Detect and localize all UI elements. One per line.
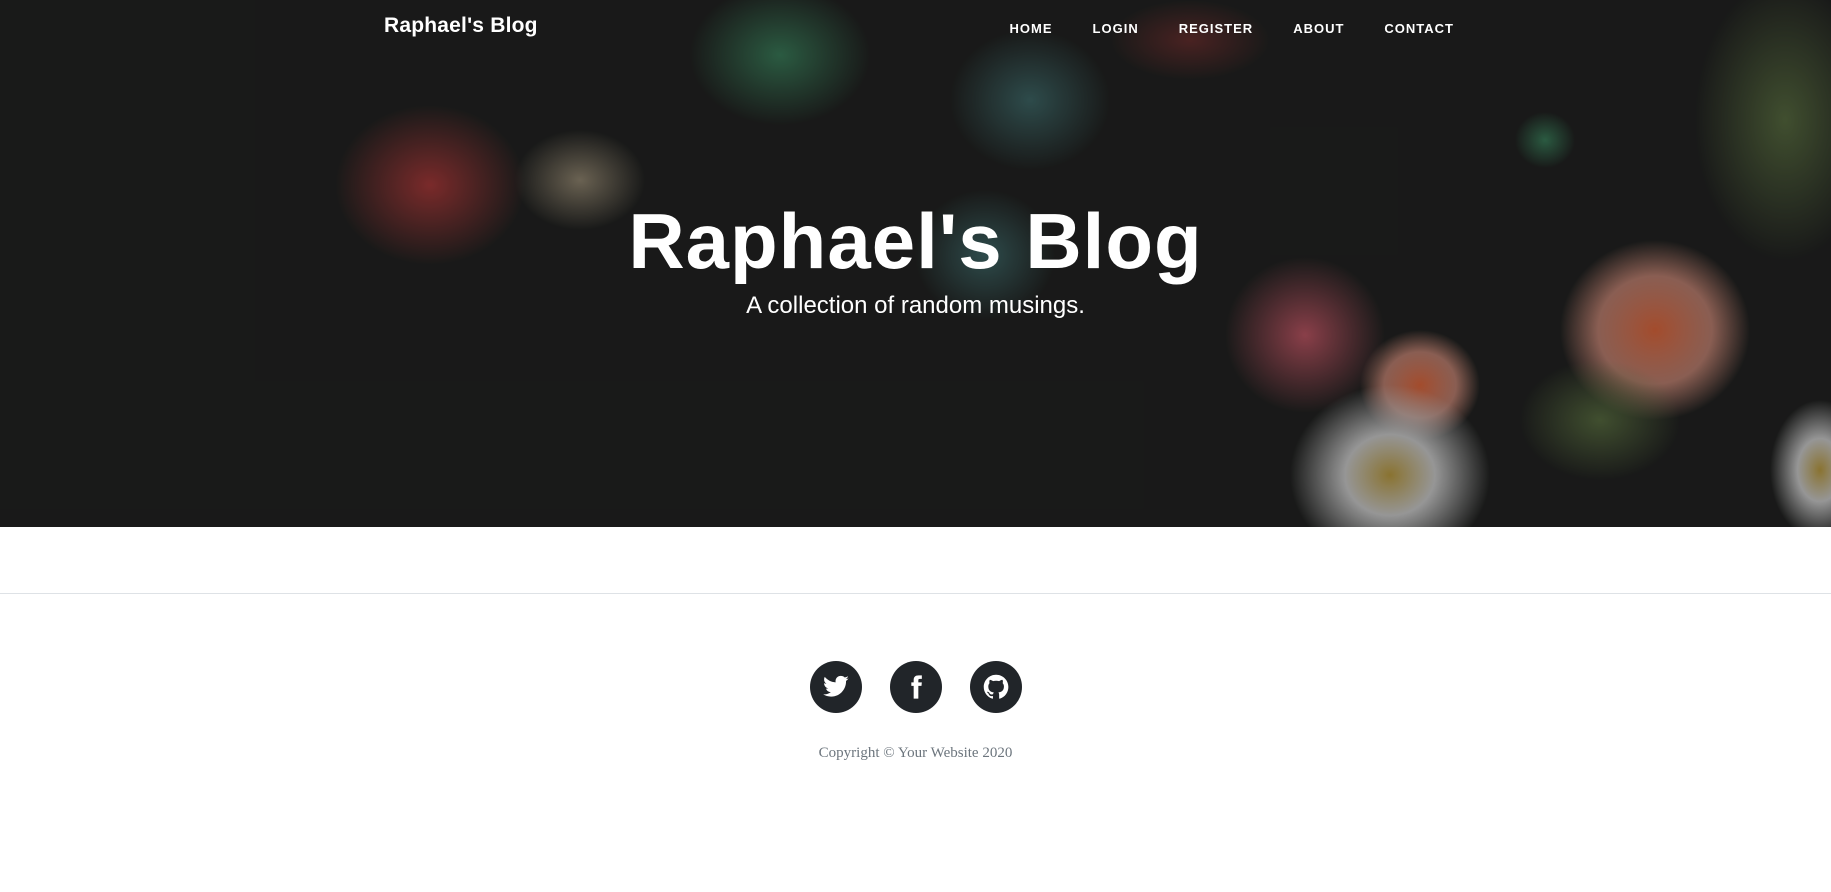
social-links <box>0 661 1831 713</box>
nav-about-link[interactable]: ABOUT <box>1293 21 1344 36</box>
nav-login-link[interactable]: LOGIN <box>1093 21 1139 36</box>
nav-register-link[interactable]: REGISTER <box>1179 21 1253 36</box>
masthead: Raphael's Blog HOME LOGIN REGISTER ABOUT… <box>0 0 1831 527</box>
page: Raphael's Blog HOME LOGIN REGISTER ABOUT… <box>0 0 1831 892</box>
content-divider <box>0 593 1831 594</box>
copyright-text: Copyright © Your Website 2020 <box>818 745 1013 761</box>
twitter-link[interactable] <box>809 661 862 713</box>
twitter-icon <box>822 675 849 697</box>
facebook-icon <box>910 675 922 699</box>
nav-home-link[interactable]: HOME <box>1010 21 1053 36</box>
nav-contact-link[interactable]: CONTACT <box>1384 21 1454 36</box>
site-heading: Raphael's Blog A collection of random mu… <box>0 196 1831 320</box>
main-navbar: Raphael's Blog HOME LOGIN REGISTER ABOUT… <box>0 0 1831 56</box>
site-title: Raphael's Blog <box>628 197 1203 285</box>
nav-menu: HOME LOGIN REGISTER ABOUT CONTACT <box>970 20 1454 38</box>
github-icon <box>983 674 1008 699</box>
footer: Copyright © Your Website 2020 <box>0 661 1831 777</box>
facebook-link[interactable] <box>889 661 942 713</box>
brand-link[interactable]: Raphael's Blog <box>384 14 538 38</box>
site-subtitle: A collection of random musings. <box>746 292 1085 319</box>
github-link[interactable] <box>969 661 1022 713</box>
